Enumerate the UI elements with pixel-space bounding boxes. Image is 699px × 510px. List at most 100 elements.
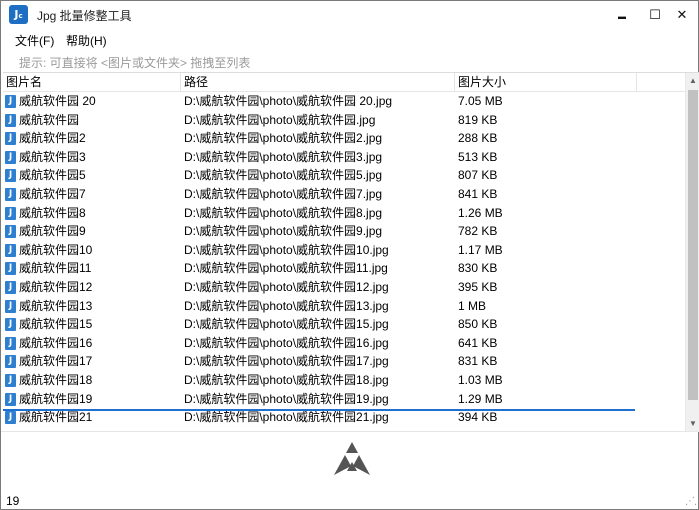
row-size: 7.05 MB	[458, 94, 503, 108]
row-name: 威航软件园19	[19, 391, 93, 406]
table-row[interactable]: J 威航软件园11 D:\威航软件园\photo\威航软件园11.jpg 830 KB	[3, 259, 685, 278]
row-path: D:\威航软件园\photo\威航软件园12.jpg	[184, 280, 389, 294]
row-name: 威航软件园11	[19, 261, 92, 276]
row-size: 1.17 MB	[458, 242, 503, 257]
table-row[interactable]: J 威航软件园18 D:\威航软件园\photo\威航软件园18.jpg 1.03 M…	[3, 371, 685, 390]
row-path: D:\威航软件园\photo\威航软件园2.jpg	[184, 131, 383, 146]
table-row[interactable]: J 威航软件园7 D:\威航软件园\photo\威航软件园7.jpg 841 KB	[3, 185, 685, 204]
scrollbar-thumb[interactable]	[688, 90, 698, 400]
menu-bar: 文件(F) 帮助(H)	[1, 30, 698, 50]
table-row[interactable]: J 威航软件园13 D:\威航软件园\photo\威航软件园13.jpg 1 MB	[3, 297, 685, 316]
jpg-file-icon: J	[5, 188, 16, 201]
table-row[interactable]: J 威航软件园 D:\威航软件园\photo\威航软件园.jpg 819 KB	[3, 111, 685, 130]
row-size: 1.29 MB	[458, 391, 503, 406]
menu-help[interactable]: 帮助(H)	[66, 32, 107, 49]
row-size: 830 KB	[458, 261, 498, 276]
row-path: D:\威航软件园\photo\威航软件园19.jpg	[184, 391, 389, 406]
minimize-icon: ▬	[618, 12, 626, 21]
row-name: 威航软件园13	[19, 298, 93, 313]
jpg-file-icon: J	[5, 374, 16, 387]
row-path: D:\威航软件园\photo\威航软件园9.jpg	[184, 224, 383, 239]
table-row[interactable]: J 威航软件园17 D:\威航软件园\photo\威航软件园17.jpg 831 KB	[3, 352, 685, 371]
list-header: 图片名 路径 图片大小	[3, 73, 685, 92]
row-name: 威航软件园17	[19, 354, 93, 369]
row-path: D:\威航软件园\photo\威航软件园15.jpg	[184, 317, 389, 332]
window-title: Jpg 批量修整工具	[37, 9, 132, 23]
column-header-name[interactable]: 图片名	[3, 73, 181, 92]
column-header-size[interactable]: 图片大小	[455, 73, 637, 92]
file-list[interactable]: 图片名 路径 图片大小 J 威航软件园 20 D:\威航软件园\photo\威航软件…	[3, 72, 699, 432]
maximize-icon: ☐	[649, 7, 661, 22]
table-row[interactable]: J 威航软件园9 D:\威航软件园\photo\威航软件园9.jpg 782 KB	[3, 222, 685, 241]
row-size: 819 KB	[458, 112, 498, 127]
triangle-logo-icon[interactable]	[331, 440, 373, 478]
row-name: 威航软件园9	[19, 224, 86, 239]
jpg-file-icon: J	[5, 299, 16, 313]
row-name: 威航软件园8	[19, 205, 86, 220]
table-row[interactable]: J 威航软件园19 D:\威航软件园\photo\威航软件园19.jpg 1.29 M…	[3, 390, 685, 409]
column-header-empty	[637, 73, 685, 92]
row-path: D:\威航软件园\photo\威航软件园3.jpg	[184, 149, 383, 164]
list-rows: J 威航软件园 20 D:\威航软件园\photo\威航软件园 20.jpg 7.05…	[3, 92, 685, 432]
insertion-marker	[3, 408, 635, 411]
table-row[interactable]: J 威航软件园3 D:\威航软件园\photo\威航软件园3.jpg 513 KB	[3, 148, 685, 167]
table-row[interactable]: J 威航软件园15 D:\威航软件园\photo\威航软件园15.jpg 850 KB	[3, 315, 685, 334]
jpg-file-icon: J	[5, 225, 16, 239]
menu-file[interactable]: 文件(F)	[15, 32, 54, 49]
jpg-file-icon: J	[5, 262, 16, 276]
row-size: 641 KB	[458, 335, 498, 350]
row-size: 850 KB	[458, 317, 498, 332]
row-name: 威航软件园	[19, 112, 80, 127]
table-row[interactable]: J 威航软件园5 D:\威航软件园\photo\威航软件园5.jpg 807 KB	[3, 166, 685, 185]
row-size: 1.03 MB	[458, 373, 503, 387]
row-name: 威航软件园18	[19, 373, 93, 387]
jpg-file-icon: J	[5, 318, 16, 332]
row-path: D:\威航软件园\photo\威航软件园5.jpg	[184, 168, 383, 183]
close-icon: ✕	[676, 7, 688, 22]
jpg-file-icon: J	[5, 113, 16, 127]
row-size: 1.26 MB	[458, 205, 503, 220]
jpg-tool-icon: Jc	[9, 5, 28, 24]
row-size: 394 KB	[458, 410, 498, 425]
row-path: D:\威航软件园\photo\威航软件园18.jpg	[184, 373, 389, 387]
jpg-file-icon: J	[5, 95, 16, 108]
table-row[interactable]: J 威航软件园8 D:\威航软件园\photo\威航软件园8.jpg 1.26 MB	[3, 204, 685, 223]
table-row[interactable]: J 威航软件园10 D:\威航软件园\photo\威航软件园10.jpg 1.17 M…	[3, 241, 685, 260]
row-name: 威航软件园15	[19, 317, 93, 332]
row-name: 威航软件园 20	[19, 94, 96, 108]
row-size: 1 MB	[458, 298, 487, 313]
scroll-up-icon[interactable]: ▲	[686, 73, 699, 89]
scroll-down-icon[interactable]: ▼	[686, 416, 699, 432]
column-header-path[interactable]: 路径	[181, 73, 455, 92]
close-button[interactable]: ✕	[665, 1, 699, 28]
row-name: 威航软件园10	[19, 242, 93, 257]
row-size: 831 KB	[458, 354, 498, 369]
row-path: D:\威航软件园\photo\威航软件园16.jpg	[184, 335, 389, 350]
row-size: 841 KB	[458, 187, 498, 201]
row-path: D:\威航软件园\photo\威航软件园11.jpg	[184, 261, 388, 276]
resize-grip-icon[interactable]: ⋰⋰	[685, 496, 699, 507]
row-name: 威航软件园7	[19, 187, 86, 201]
table-row[interactable]: J 威航软件园 20 D:\威航软件园\photo\威航软件园 20.jpg 7.05…	[3, 92, 685, 111]
table-row[interactable]: J 威航软件园12 D:\威航软件园\photo\威航软件园12.jpg 395 KB	[3, 278, 685, 297]
vertical-scrollbar[interactable]: ▲ ▼	[685, 73, 699, 432]
row-name: 威航软件园12	[19, 280, 93, 294]
row-path: D:\威航软件园\photo\威航软件园 20.jpg	[184, 94, 393, 108]
row-size: 288 KB	[458, 131, 498, 146]
title-bar[interactable]: Jc Jpg 批量修整工具 ▬ ☐ ✕	[1, 1, 698, 28]
drag-hint: 提示: 可直接将 <图片或文件夹> 拖拽至列表	[19, 56, 251, 70]
row-size: 782 KB	[458, 224, 498, 239]
row-path: D:\威航软件园\photo\威航软件园.jpg	[184, 112, 376, 127]
row-path: D:\威航软件园\photo\威航软件园8.jpg	[184, 205, 383, 220]
table-row[interactable]: J 威航软件园16 D:\威航软件园\photo\威航软件园16.jpg 641 KB	[3, 334, 685, 353]
row-name: 威航软件园5	[19, 168, 86, 183]
jpg-file-icon: J	[5, 392, 16, 406]
table-row[interactable]: J 威航软件园2 D:\威航软件园\photo\威航软件园2.jpg 288 KB	[3, 129, 685, 148]
row-size: 513 KB	[458, 149, 498, 164]
jpg-file-icon: J	[5, 243, 16, 257]
jpg-file-icon: J	[5, 281, 16, 294]
jpg-file-icon: J	[5, 150, 16, 164]
row-name: 威航软件园16	[19, 335, 93, 350]
table-row[interactable]: J 威航软件园21 D:\威航软件园\photo\威航软件园21.jpg 394 KB	[3, 408, 685, 427]
minimize-button[interactable]: ▬	[605, 1, 639, 28]
